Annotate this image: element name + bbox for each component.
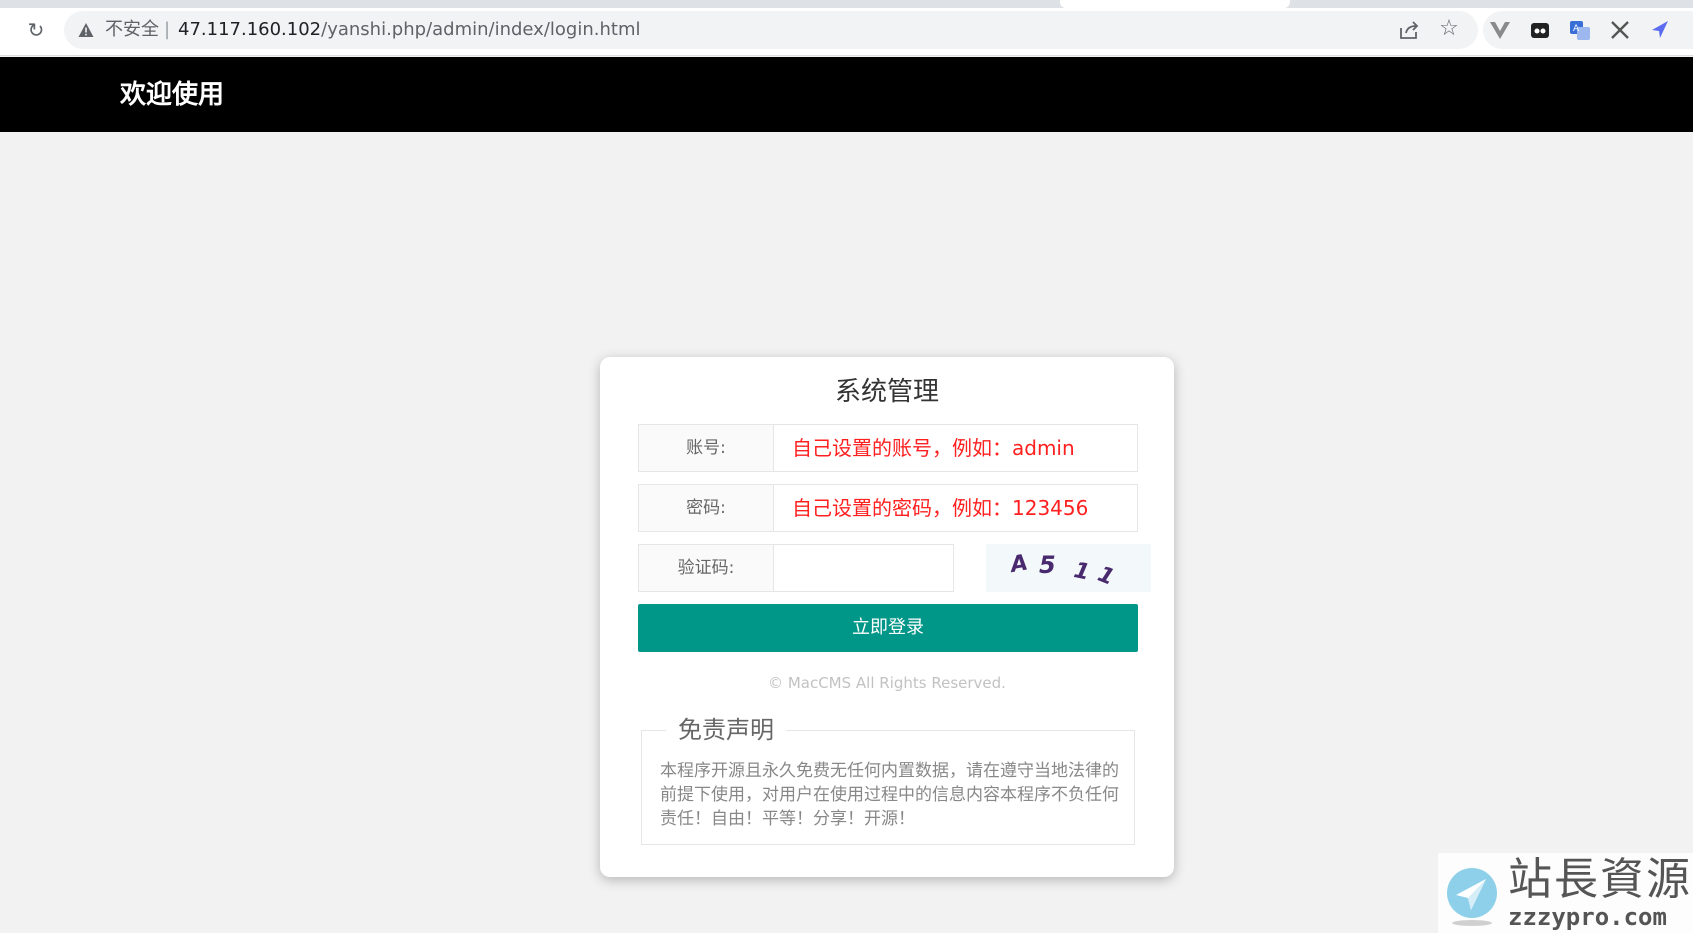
disclaimer-box: 免责声明 本程序开源且永久免费无任何内置数据，请在遵守当地法律的前提下使用，对用… (641, 714, 1135, 845)
login-card: 系统管理 账号: 自己设置的账号，例如：admin 密码: 自己设置的密码，例如… (600, 357, 1174, 877)
site-header: 欢迎使用 (0, 57, 1693, 132)
site-title: 欢迎使用 (120, 80, 225, 110)
share-icon[interactable] (1398, 19, 1420, 41)
x-extension-icon[interactable] (1608, 18, 1632, 42)
account-label: 账号: (638, 424, 774, 472)
captcha-char-2: 5 (1039, 551, 1056, 579)
password-label: 密码: (638, 484, 774, 532)
vue-devtools-icon[interactable] (1488, 18, 1512, 42)
extension-icon[interactable] (1528, 18, 1552, 42)
browser-toolbar: ↻ 不安全 | 47.117.160.102/yanshi.php/admin/… (0, 0, 1693, 56)
disclaimer-text: 本程序开源且永久免费无任何内置数据，请在遵守当地法律的前提下使用，对用户在使用过… (660, 761, 1119, 829)
captcha-row: 验证码: A 5 1 1 (638, 544, 1151, 592)
password-input[interactable]: 自己设置的密码，例如：123456 (773, 484, 1138, 532)
reload-icon[interactable]: ↻ (24, 18, 48, 42)
warning-icon[interactable] (78, 22, 94, 38)
star-icon[interactable]: ☆ (1437, 17, 1461, 41)
svg-text:A: A (1573, 24, 1580, 34)
captcha-label: 验证码: (638, 544, 774, 592)
captcha-image[interactable]: A 5 1 1 (986, 544, 1151, 592)
captcha-input[interactable] (773, 544, 954, 592)
url-separator: | (164, 19, 171, 40)
watermark-cn: 站長資源 (1508, 854, 1692, 905)
account-input[interactable]: 自己设置的账号，例如：admin (773, 424, 1138, 472)
disclaimer-title: 免责声明 (666, 714, 786, 746)
watermark: 站長資源 zzzypro.com (1438, 853, 1693, 933)
url-host: 47.117.160.102 (178, 19, 322, 40)
login-title: 系统管理 (834, 377, 939, 407)
account-row: 账号: 自己设置的账号，例如：admin (638, 424, 1138, 472)
tab-strip (0, 0, 1693, 8)
watermark-en: zzzypro.com (1508, 903, 1667, 931)
password-row: 密码: 自己设置的密码，例如：123456 (638, 484, 1138, 532)
copyright-text: © MacCMS All Rights Reserved. (768, 674, 1006, 692)
active-tab[interactable] (1060, 0, 1290, 8)
login-button[interactable]: 立即登录 (638, 604, 1138, 652)
translate-icon[interactable]: A (1568, 18, 1592, 42)
url-path: /yanshi.php/admin/index/login.html (321, 19, 641, 40)
paper-plane-logo-icon (1447, 868, 1497, 926)
url-text[interactable]: 47.117.160.102/yanshi.php/admin/index/lo… (178, 19, 640, 41)
arrow-extension-icon[interactable] (1648, 18, 1672, 42)
not-secure-label[interactable]: 不安全 (105, 19, 159, 41)
